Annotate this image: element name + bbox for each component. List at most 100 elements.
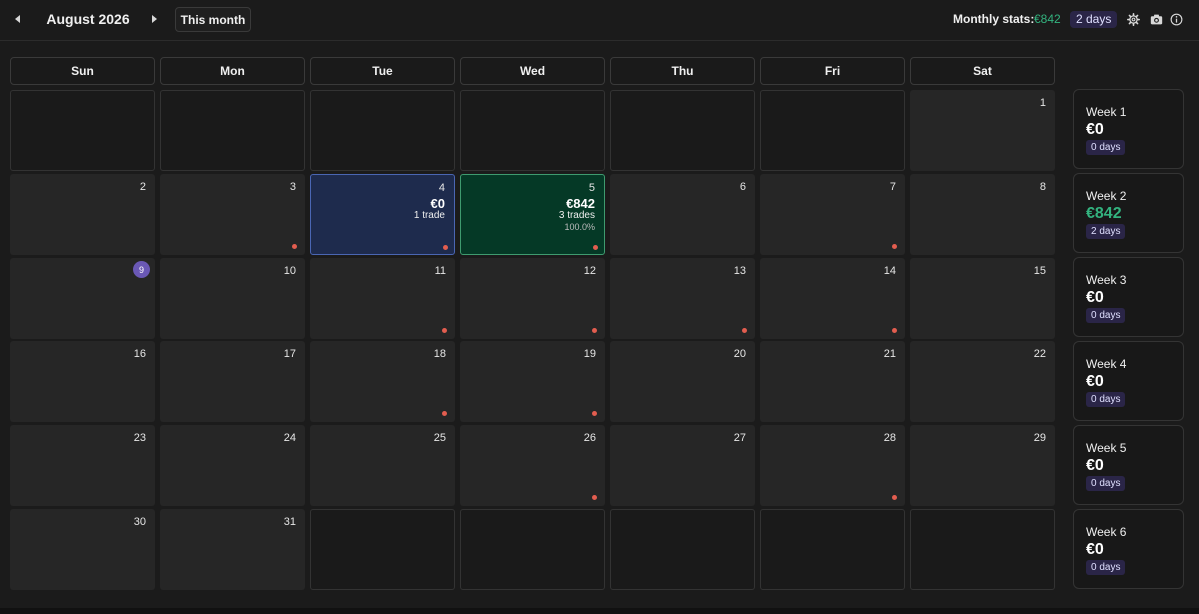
week-label: Week 5 bbox=[1086, 441, 1127, 455]
day-number: 8 bbox=[1039, 181, 1046, 193]
week-days-badge: 0 days bbox=[1086, 560, 1126, 575]
week-summary-card-5[interactable]: Week 5 €0 0 days bbox=[1073, 425, 1184, 505]
day-cell-7[interactable]: 7 bbox=[760, 174, 905, 255]
day-cell-14[interactable]: 14 bbox=[760, 258, 905, 339]
day-cell-3[interactable]: 3 bbox=[160, 174, 305, 255]
empty-day-cell bbox=[160, 90, 305, 171]
note-dot-icon bbox=[593, 245, 598, 250]
week-summary-card-1[interactable]: Week 1 €0 0 days bbox=[1073, 89, 1184, 169]
day-cell-5[interactable]: 5 €842 3 trades 100.0% bbox=[460, 174, 605, 255]
bottom-scrollbar-track bbox=[0, 608, 1199, 614]
this-month-button[interactable]: This month bbox=[175, 7, 251, 32]
week-days-badge: 0 days bbox=[1086, 308, 1126, 323]
day-cell-11[interactable]: 11 bbox=[310, 258, 455, 339]
empty-day-cell bbox=[460, 509, 605, 590]
day-pnl: €0 bbox=[430, 196, 445, 211]
today-marker: 9 bbox=[133, 261, 150, 278]
week-pnl: €0 bbox=[1086, 289, 1104, 306]
day-number: 2 bbox=[139, 181, 146, 193]
monthly-stats-days-badge: 2 days bbox=[1070, 11, 1118, 28]
day-number: 23 bbox=[133, 432, 146, 444]
day-number: 4 bbox=[438, 182, 445, 194]
day-cell-25[interactable]: 25 bbox=[310, 425, 455, 506]
prev-month-button[interactable] bbox=[9, 11, 25, 27]
info-icon[interactable] bbox=[1170, 13, 1183, 26]
empty-day-cell bbox=[760, 90, 905, 171]
week-summary-card-4[interactable]: Week 4 €0 0 days bbox=[1073, 341, 1184, 421]
day-cell-29[interactable]: 29 bbox=[910, 425, 1055, 506]
week-days-badge: 0 days bbox=[1086, 140, 1126, 155]
calendar-header: August 2026 This month Monthly stats: €8… bbox=[0, 0, 1199, 41]
day-number: 20 bbox=[733, 348, 746, 360]
day-trade-count: 1 trade bbox=[413, 210, 445, 221]
empty-day-cell bbox=[610, 509, 755, 590]
week-label: Week 2 bbox=[1086, 189, 1127, 203]
note-dot-icon bbox=[892, 244, 897, 249]
day-number: 18 bbox=[433, 348, 446, 360]
day-cell-23[interactable]: 23 bbox=[10, 425, 155, 506]
day-number: 13 bbox=[733, 265, 746, 277]
weekday-header-tue: Tue bbox=[310, 57, 455, 85]
day-cell-17[interactable]: 17 bbox=[160, 341, 305, 422]
day-number: 10 bbox=[283, 265, 296, 277]
empty-day-cell bbox=[910, 509, 1055, 590]
weekday-header-fri: Fri bbox=[760, 57, 905, 85]
day-number: 17 bbox=[283, 348, 296, 360]
day-cell-1[interactable]: 1 bbox=[910, 90, 1055, 171]
day-number: 7 bbox=[889, 181, 896, 193]
day-cell-12[interactable]: 12 bbox=[460, 258, 605, 339]
week-summary-card-6[interactable]: Week 6 €0 0 days bbox=[1073, 509, 1184, 589]
week-label: Week 1 bbox=[1086, 105, 1127, 119]
note-dot-icon bbox=[292, 244, 297, 249]
day-number: 21 bbox=[883, 348, 896, 360]
day-number: 27 bbox=[733, 432, 746, 444]
week-summary-card-3[interactable]: Week 3 €0 0 days bbox=[1073, 257, 1184, 337]
day-number: 15 bbox=[1033, 265, 1046, 277]
day-number: 25 bbox=[433, 432, 446, 444]
week-pnl: €0 bbox=[1086, 457, 1104, 474]
day-number: 29 bbox=[1033, 432, 1046, 444]
gear-icon[interactable] bbox=[1127, 13, 1140, 26]
week-summary-card-2[interactable]: Week 2 €842 2 days bbox=[1073, 173, 1184, 253]
day-cell-6[interactable]: 6 bbox=[610, 174, 755, 255]
weekday-header-thu: Thu bbox=[610, 57, 755, 85]
day-number: 1 bbox=[1039, 97, 1046, 109]
day-cell-30[interactable]: 30 bbox=[10, 509, 155, 590]
day-cell-16[interactable]: 16 bbox=[10, 341, 155, 422]
day-cell-20[interactable]: 20 bbox=[610, 341, 755, 422]
empty-day-cell bbox=[760, 509, 905, 590]
note-dot-icon bbox=[592, 411, 597, 416]
day-pnl: €842 bbox=[566, 196, 595, 211]
day-cell-22[interactable]: 22 bbox=[910, 341, 1055, 422]
day-cell-13[interactable]: 13 bbox=[610, 258, 755, 339]
day-cell-10[interactable]: 10 bbox=[160, 258, 305, 339]
note-dot-icon bbox=[592, 495, 597, 500]
day-cell-26[interactable]: 26 bbox=[460, 425, 605, 506]
weekday-header-sun: Sun bbox=[10, 57, 155, 85]
day-cell-19[interactable]: 19 bbox=[460, 341, 605, 422]
week-pnl: €842 bbox=[1086, 205, 1122, 222]
week-pnl: €0 bbox=[1086, 541, 1104, 558]
day-cell-24[interactable]: 24 bbox=[160, 425, 305, 506]
week-pnl: €0 bbox=[1086, 373, 1104, 390]
note-dot-icon bbox=[443, 245, 448, 250]
week-label: Week 4 bbox=[1086, 357, 1127, 371]
day-number: 22 bbox=[1033, 348, 1046, 360]
day-cell-28[interactable]: 28 bbox=[760, 425, 905, 506]
chevron-right-icon bbox=[151, 15, 157, 23]
day-cell-18[interactable]: 18 bbox=[310, 341, 455, 422]
day-cell-21[interactable]: 21 bbox=[760, 341, 905, 422]
next-month-button[interactable] bbox=[146, 11, 162, 27]
camera-icon[interactable] bbox=[1150, 13, 1163, 26]
day-cell-4[interactable]: 4 €0 1 trade bbox=[310, 174, 455, 255]
day-number: 28 bbox=[883, 432, 896, 444]
day-cell-15[interactable]: 15 bbox=[910, 258, 1055, 339]
week-days-badge: 2 days bbox=[1086, 224, 1126, 239]
day-cell-9[interactable]: 9 bbox=[10, 258, 155, 339]
week-days-badge: 0 days bbox=[1086, 476, 1126, 491]
day-cell-8[interactable]: 8 bbox=[910, 174, 1055, 255]
day-number: 6 bbox=[739, 181, 746, 193]
day-cell-27[interactable]: 27 bbox=[610, 425, 755, 506]
day-cell-2[interactable]: 2 bbox=[10, 174, 155, 255]
day-cell-31[interactable]: 31 bbox=[160, 509, 305, 590]
